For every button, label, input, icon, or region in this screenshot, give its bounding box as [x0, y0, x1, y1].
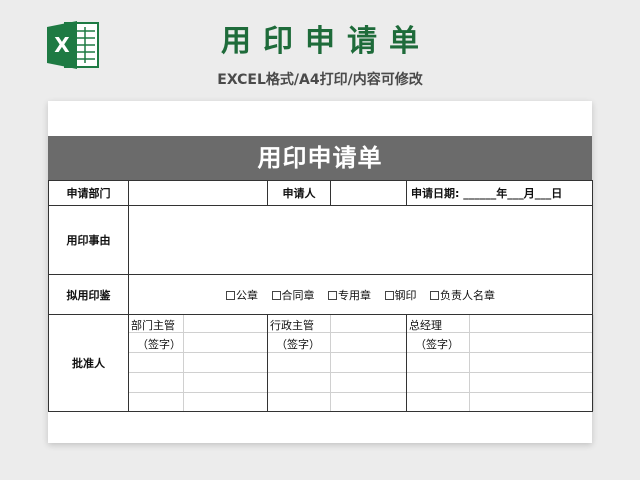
approver-admin-head[interactable]: 行政主管 （签字）	[268, 315, 406, 411]
seal-label: 拟用印鉴	[48, 274, 129, 315]
form-title: 用印申请单	[48, 136, 592, 180]
seal-option-label: 公章	[236, 288, 258, 302]
checkbox-icon[interactable]	[430, 290, 439, 300]
seal-options: 公章 合同章 专用章 钢印 负责人名章	[128, 274, 593, 315]
dept-field[interactable]	[128, 180, 268, 206]
checkbox-icon[interactable]	[226, 290, 235, 300]
approver-role: 行政主管	[270, 319, 314, 332]
reason-label: 用印事由	[48, 205, 129, 275]
seal-option[interactable]: 负责人名章	[430, 289, 495, 302]
checkbox-icon[interactable]	[328, 290, 337, 300]
seal-option[interactable]: 专用章	[328, 289, 371, 302]
form-sheet: 用印申请单 申请部门 申请人 申请日期: ______年___月___日 用印事…	[48, 101, 594, 443]
application-form-table: 申请部门 申请人 申请日期: ______年___月___日 用印事由 拟用印鉴…	[48, 180, 594, 412]
date-field[interactable]: 申请日期: ______年___月___日	[406, 180, 593, 206]
seal-option-label: 合同章	[281, 288, 315, 302]
applicant-label: 申请人	[267, 180, 331, 206]
approver-sign: （签字）	[137, 338, 181, 351]
applicant-field[interactable]	[330, 180, 407, 206]
seal-option[interactable]: 公章	[226, 289, 258, 302]
seal-option-label: 钢印	[394, 288, 417, 302]
checkbox-icon[interactable]	[384, 290, 394, 300]
seal-option-label: 负责人名章	[440, 288, 495, 302]
approver-label: 批准人	[48, 314, 129, 412]
seal-option-label: 专用章	[338, 288, 371, 302]
approver-general-manager[interactable]: 总经理 （签字）	[407, 315, 593, 411]
reason-field[interactable]	[128, 205, 593, 275]
page-title: 用印申请单	[221, 24, 431, 59]
form-row-basic: 申请部门 申请人 申请日期: ______年___月___日	[48, 180, 593, 206]
page-subtitle: EXCEL格式/A4打印/内容可修改	[217, 72, 423, 88]
approver-sign: （签字）	[276, 338, 320, 351]
approver-grid: 部门主管 （签字） 行政主管 （签字） 总经理 （签字）	[128, 314, 594, 412]
form-row-approvers: 批准人 部门主管 （签字） 行政主管 （签字） 总经理 （签字）	[48, 314, 594, 412]
approver-dept-head[interactable]: 部门主管 （签字）	[129, 315, 267, 411]
checkbox-icon[interactable]	[271, 290, 281, 300]
approver-role: 部门主管	[131, 319, 175, 332]
dept-label: 申请部门	[48, 180, 129, 206]
seal-option[interactable]: 合同章	[271, 288, 315, 302]
form-row-seals: 拟用印鉴 公章 合同章 专用章 钢印 负责人名章	[48, 274, 593, 315]
approver-sign: （签字）	[415, 338, 459, 351]
seal-option[interactable]: 钢印	[384, 288, 417, 302]
form-row-reason: 用印事由	[48, 205, 593, 275]
approver-role: 总经理	[409, 319, 442, 332]
